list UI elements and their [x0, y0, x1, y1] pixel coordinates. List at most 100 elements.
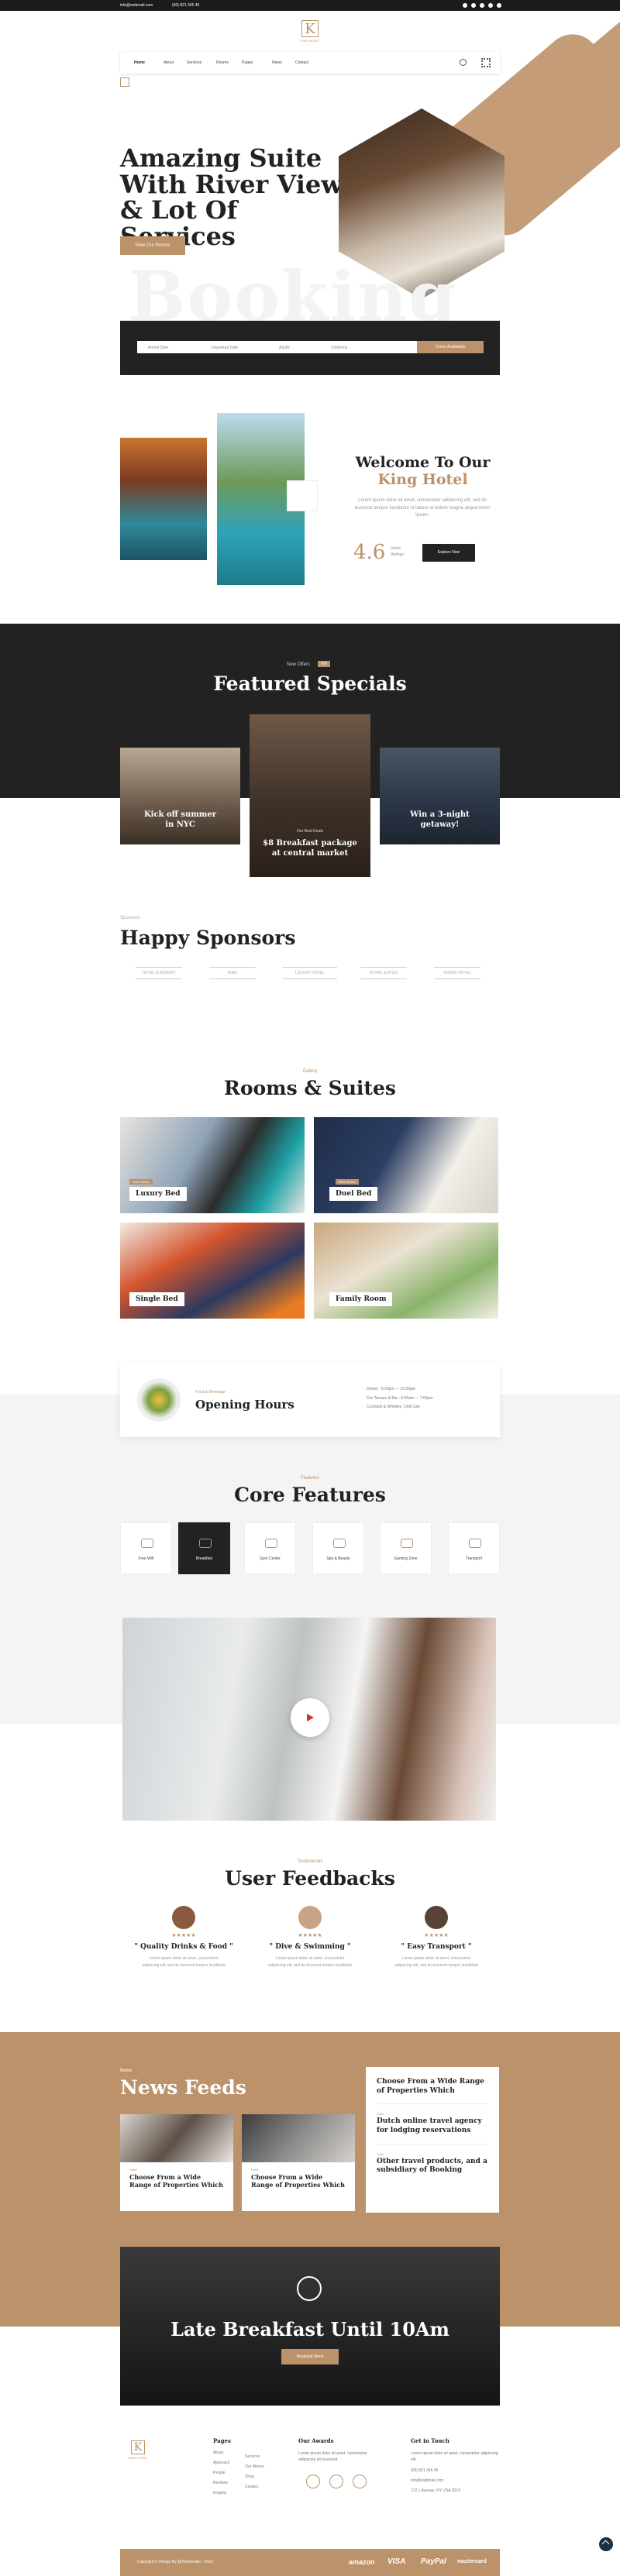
- top-phone[interactable]: (00) 821 345 45: [172, 3, 199, 8]
- childrens-field[interactable]: Childrens: [331, 346, 347, 350]
- feedback-quote: " Dive & Swimming ": [269, 1943, 351, 1951]
- instagram-icon[interactable]: [480, 3, 484, 8]
- rating-label: Users Ratings: [391, 545, 404, 558]
- footer-link[interactable]: Shop: [245, 2475, 264, 2479]
- logo[interactable]: K KING HOTEL: [293, 20, 327, 43]
- nav-about[interactable]: About: [164, 60, 174, 65]
- footer-contact-title: Get in Touch: [411, 2437, 450, 2444]
- footer-contact-text: Lorem ipsum dolor sit amet, consectetur …: [411, 2451, 498, 2462]
- feedback-text: Lorem ipsum dolor sit amet, consectetur …: [394, 1956, 478, 1968]
- footer-email[interactable]: info@webmail.com: [411, 2478, 500, 2483]
- explore-now-button[interactable]: Explore Now: [422, 544, 475, 562]
- logo-text: KING HOTEL: [300, 39, 320, 43]
- feature-label: Transport: [465, 1556, 483, 1561]
- room-name: Duel Bed: [329, 1187, 378, 1201]
- footer-link[interactable]: Our Menus: [245, 2464, 264, 2469]
- feedback-kicker: Testimonials: [297, 1859, 323, 1864]
- special-card-3-title-2: getaway!: [420, 820, 460, 829]
- news-card-tag: Hotel: [251, 2168, 259, 2172]
- linkedin-icon[interactable]: [497, 3, 501, 8]
- footer-link[interactable]: Services: [245, 2454, 264, 2459]
- feature-label: Gaming Zone: [394, 1556, 418, 1561]
- feedback-card-1: ★★★★★ " Quality Drinks & Food " Lorem ip…: [126, 1898, 242, 1969]
- footer-link[interactable]: Reviews: [213, 2481, 231, 2485]
- news-list-item-3[interactable]: Other travel products, and a subsidiary …: [377, 2156, 488, 2175]
- sponsor-logo-1[interactable]: HOTEL & RESORT: [136, 967, 182, 979]
- footer-link[interactable]: People: [213, 2471, 231, 2475]
- feature-label: Spa & Beauty: [326, 1556, 350, 1561]
- footer-link[interactable]: Insights: [213, 2491, 231, 2495]
- feature-gym[interactable]: Gym Center: [244, 1522, 296, 1574]
- back-to-top-button[interactable]: [599, 2537, 613, 2551]
- view-rooms-button[interactable]: View Our Rooms: [120, 236, 185, 255]
- feedback-quote: " Easy Transport ": [401, 1943, 472, 1951]
- search-icon[interactable]: [460, 59, 467, 66]
- footer-link[interactable]: About: [213, 2450, 231, 2455]
- nav-home[interactable]: Home: [134, 60, 145, 65]
- sponsor-logo-4[interactable]: ROYAL SUITES: [360, 967, 407, 979]
- room-card-duel[interactable]: Best Choice Duel Bed: [314, 1117, 498, 1213]
- features-kicker: Features: [301, 1476, 319, 1481]
- top-email[interactable]: info@webmail.com: [120, 3, 153, 8]
- twitter-icon[interactable]: [471, 3, 476, 8]
- specials-badge: Hot: [318, 661, 330, 667]
- facebook-icon[interactable]: [463, 3, 467, 8]
- feature-label: Gym Center: [260, 1556, 281, 1561]
- rating-label-ratings: Ratings: [391, 552, 404, 557]
- check-availability-button[interactable]: Check Availability: [417, 341, 484, 353]
- sponsor-logo-3[interactable]: LUXURY HOTEL: [283, 967, 337, 979]
- news-list-item-2[interactable]: Dutch online travel agency for lodging r…: [377, 2116, 488, 2144]
- news-card-image: [242, 2114, 355, 2162]
- nav-news[interactable]: News: [272, 60, 282, 65]
- footer-phone[interactable]: (00) 821 345 45: [411, 2468, 500, 2473]
- room-tag: Best Choice: [336, 1179, 359, 1185]
- transport-icon: [469, 1539, 481, 1548]
- feature-gaming[interactable]: Gaming Zone: [380, 1522, 432, 1574]
- youtube-icon[interactable]: [488, 3, 493, 8]
- rating-stars: ★★★★★: [424, 1933, 449, 1938]
- sponsor-logo-2[interactable]: KING: [209, 967, 256, 979]
- feature-spa[interactable]: Spa & Beauty: [312, 1522, 364, 1574]
- sponsors-kicker: Sponsors: [120, 916, 140, 920]
- arrival-date-field[interactable]: Arrival Date: [148, 346, 168, 350]
- feature-breakfast[interactable]: Breakfast: [178, 1522, 230, 1574]
- sponsor-logo-5[interactable]: GRAND HOTEL: [434, 967, 480, 979]
- footer-awards: Our Awards Lorem ipsum dolor sit amet, c…: [298, 2437, 384, 2488]
- feature-free-wifi[interactable]: Free Wifi: [120, 1522, 172, 1574]
- footer-pages: Pages About Approach People Reviews Insi…: [213, 2437, 231, 2501]
- special-card-1[interactable]: Kick off summer in NYC: [120, 748, 240, 844]
- footer-link[interactable]: Contact: [245, 2485, 264, 2489]
- special-card-3[interactable]: Win a 3-night getaway!: [380, 748, 500, 844]
- adults-field[interactable]: Adults: [279, 346, 290, 350]
- news-card-title[interactable]: Choose From a Wide Range of Properties W…: [129, 2173, 224, 2189]
- special-card-3-title: Win a 3-night: [410, 810, 470, 819]
- feature-label: Breakfast: [195, 1556, 213, 1561]
- footer-contact: Get in Touch Lorem ipsum dolor sit amet,…: [411, 2437, 500, 2499]
- welcome-text: Lorem ipsum dolor sit amet, consectetur …: [354, 498, 491, 518]
- footer-logo[interactable]: K KING HOTEL: [122, 2440, 153, 2460]
- wifi-icon: [141, 1539, 153, 1548]
- feedback-text: Lorem ipsum dolor sit amet, consectetur …: [142, 1956, 226, 1968]
- nav-pages[interactable]: Pages: [242, 60, 253, 65]
- news-card-1[interactable]: Hotel Choose From a Wide Range of Proper…: [120, 2114, 233, 2211]
- nav-rooms[interactable]: Rooms: [216, 60, 229, 65]
- breakfast-banner: Late Breakfast Until 10Am Breakfast Menu: [120, 2247, 500, 2406]
- departure-date-field[interactable]: Departure Date: [212, 346, 238, 350]
- news-list-item-1[interactable]: Choose From a Wide Range of Properties W…: [377, 2067, 488, 2105]
- news-list: Choose From a Wide Range of Properties W…: [366, 2067, 499, 2213]
- feature-transport[interactable]: Transport: [448, 1522, 500, 1574]
- nav-contact[interactable]: Contact: [295, 60, 308, 65]
- footer-link[interactable]: Approach: [213, 2461, 231, 2465]
- room-card-single[interactable]: Single Bed: [120, 1223, 305, 1319]
- footer-awards-title: Our Awards: [298, 2437, 334, 2444]
- welcome-title: Welcome To Our: [355, 454, 491, 471]
- special-card-2[interactable]: Our Best Deals $8 Breakfast package at c…: [250, 714, 370, 877]
- breakfast-menu-button[interactable]: Breakfast Menu: [281, 2349, 339, 2364]
- news-card-title[interactable]: Choose From a Wide Range of Properties W…: [251, 2173, 346, 2189]
- room-card-family[interactable]: Family Room: [314, 1223, 498, 1319]
- grid-menu-icon[interactable]: [481, 58, 491, 67]
- play-video-button[interactable]: [291, 1698, 329, 1737]
- news-card-2[interactable]: Hotel Choose From a Wide Range of Proper…: [242, 2114, 355, 2211]
- nav-services[interactable]: Services: [187, 60, 202, 65]
- room-card-luxury[interactable]: Best Choice Luxury Bed: [120, 1117, 305, 1213]
